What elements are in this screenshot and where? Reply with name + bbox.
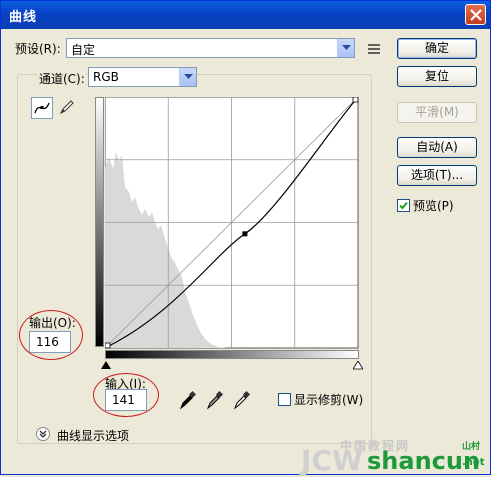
- channel-value: RGB: [93, 70, 119, 84]
- curve-display-options-label: 曲线显示选项: [57, 429, 130, 443]
- black-eyedropper-icon: [179, 390, 197, 410]
- preset-select[interactable]: 自定: [66, 38, 355, 58]
- watermark-net: .net: [462, 457, 485, 468]
- chevron-down-icon: [184, 74, 193, 79]
- show-clipping-checkbox[interactable]: [278, 393, 291, 406]
- input-annotation-circle: [93, 373, 159, 417]
- window-title: 曲线: [9, 10, 38, 25]
- channel-select[interactable]: RGB: [88, 67, 197, 87]
- black-point-slider[interactable]: [101, 361, 111, 370]
- channel-label: 通道(C):: [37, 70, 87, 87]
- gray-eyedropper-button[interactable]: [204, 390, 226, 412]
- preview-checkbox[interactable]: [397, 199, 410, 212]
- curves-dialog: 曲线 预设(R): 自定 确定 复位 平滑(M) 自动(A) 选项(T)... …: [0, 0, 491, 477]
- channel-dropdown-button[interactable]: [179, 68, 196, 86]
- output-gradient-bar: [95, 97, 104, 347]
- preset-value: 自定: [71, 43, 96, 57]
- auto-button[interactable]: 自动(A): [397, 137, 477, 158]
- close-button[interactable]: [465, 4, 486, 25]
- curve-point-icon: [34, 102, 50, 114]
- curve-endpoint-black[interactable]: [105, 342, 111, 349]
- black-eyedropper-button[interactable]: [177, 390, 199, 412]
- preset-options-icon: [368, 44, 380, 54]
- options-button[interactable]: 选项(T)...: [397, 165, 477, 186]
- curve-graph[interactable]: [105, 97, 359, 349]
- chevron-double-down-icon: [39, 430, 47, 438]
- chevron-down-icon: [342, 45, 351, 50]
- white-point-slider[interactable]: [353, 361, 363, 370]
- input-gradient-bar: [105, 350, 359, 359]
- gray-eyedropper-icon: [206, 390, 224, 410]
- curve-control-point[interactable]: [242, 231, 248, 237]
- reset-button[interactable]: 复位: [397, 66, 477, 87]
- white-eyedropper-icon: [233, 390, 251, 410]
- output-annotation-circle: [19, 310, 83, 360]
- close-icon: [470, 9, 482, 21]
- ok-button[interactable]: 确定: [397, 38, 477, 59]
- curve-point-tool[interactable]: [31, 97, 53, 119]
- smooth-button[interactable]: 平滑(M): [397, 102, 477, 123]
- preset-options-button[interactable]: [363, 38, 385, 60]
- watermark-jcw: JCW: [301, 444, 363, 477]
- pencil-tool[interactable]: [56, 97, 78, 119]
- checkmark-icon: [399, 201, 408, 210]
- preset-label: 预设(R):: [15, 42, 61, 56]
- preview-label: 预览(P): [413, 199, 454, 213]
- pencil-icon: [59, 100, 74, 115]
- curve-display-options-toggle[interactable]: [36, 427, 50, 441]
- title-bar: 曲线: [1, 1, 490, 29]
- show-clipping-label: 显示修剪(W): [294, 393, 364, 407]
- white-eyedropper-button[interactable]: [231, 390, 253, 412]
- preset-dropdown-button[interactable]: [337, 39, 354, 57]
- watermark-tag: 山村: [462, 442, 481, 452]
- curve-endpoint-white[interactable]: [352, 97, 359, 103]
